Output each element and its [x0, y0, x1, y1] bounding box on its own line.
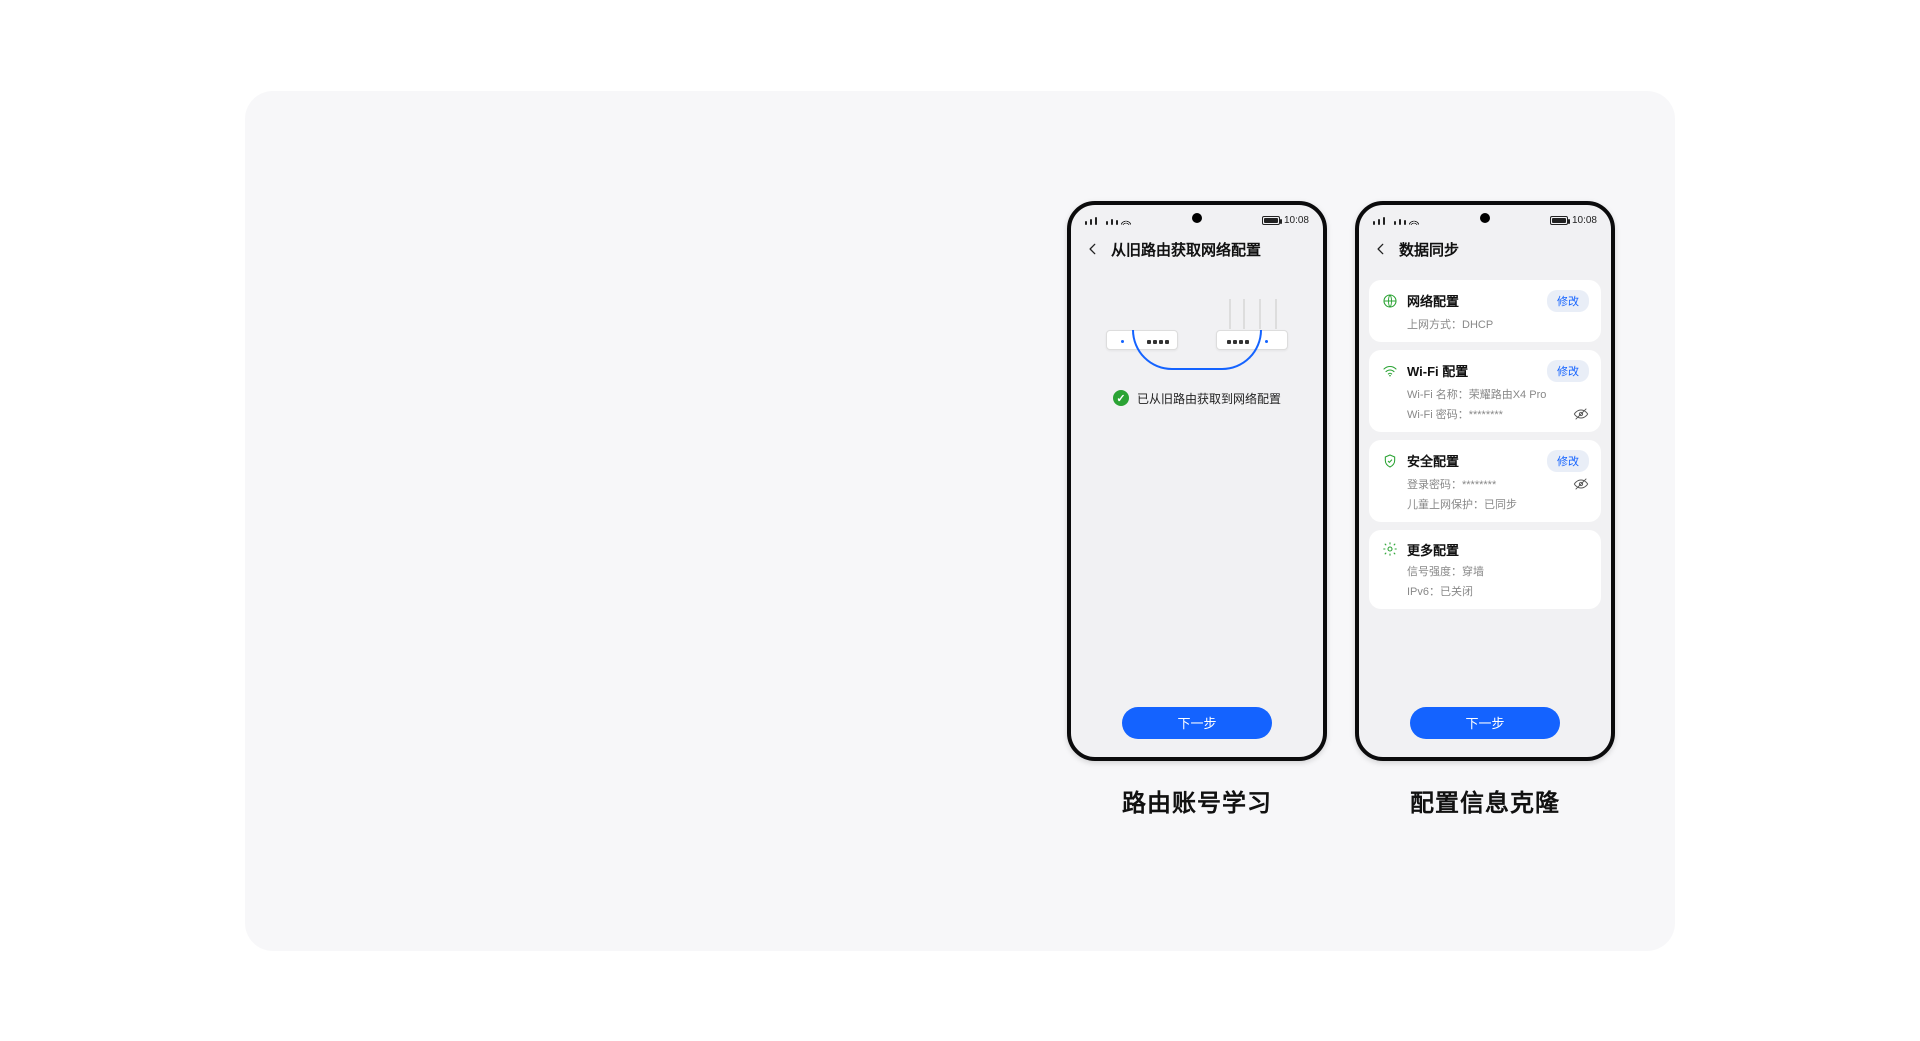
- back-button[interactable]: [1085, 241, 1101, 257]
- signal-cluster: [1373, 217, 1419, 225]
- wifi-icon: [1381, 362, 1399, 380]
- network-config-card: 网络配置 修改 上网方式：DHCP: [1369, 280, 1601, 342]
- more-config-card: 更多配置 信号强度：穿墙 IPv6：已关闭: [1369, 530, 1601, 609]
- edit-button[interactable]: 修改: [1547, 290, 1589, 312]
- battery-cluster: 10:08: [1262, 215, 1309, 226]
- edit-button[interactable]: 修改: [1547, 360, 1589, 382]
- kv-row: 信号强度：穿墙: [1381, 563, 1589, 579]
- feature-card: 10:08 从旧路由获取网络配置: [245, 91, 1675, 951]
- phone1-frame: 10:08 从旧路由获取网络配置: [1067, 201, 1327, 761]
- arrow-left-icon: [1086, 242, 1100, 256]
- phone2-frame: 10:08 数据同步 网络配置: [1355, 201, 1615, 761]
- clock: 10:08: [1284, 215, 1309, 226]
- phone2-column: 10:08 数据同步 网络配置: [1355, 201, 1615, 818]
- phone2-caption: 配置信息克隆: [1410, 783, 1560, 818]
- cable-icon: [1132, 330, 1262, 370]
- page-title: 数据同步: [1399, 239, 1459, 260]
- eye-off-icon[interactable]: [1573, 406, 1589, 422]
- kv-row: Wi-Fi 名称：荣耀路由X4 Pro: [1381, 386, 1589, 402]
- title-bar: 从旧路由获取网络配置: [1071, 231, 1323, 268]
- battery-icon: [1550, 216, 1568, 225]
- shield-icon: [1381, 452, 1399, 470]
- kv-row: IPv6：已关闭: [1381, 583, 1589, 599]
- kv-row: 上网方式：DHCP: [1381, 316, 1589, 332]
- phones-row: 10:08 从旧路由获取网络配置: [1067, 201, 1615, 818]
- success-text: 已从旧路由获取到网络配置: [1137, 390, 1281, 407]
- eye-off-icon[interactable]: [1573, 476, 1589, 492]
- battery-cluster: 10:08: [1550, 215, 1597, 226]
- front-camera: [1480, 213, 1490, 223]
- phone1-column: 10:08 从旧路由获取网络配置: [1067, 201, 1327, 818]
- success-message: ✓ 已从旧路由获取到网络配置: [1071, 390, 1323, 407]
- gear-icon: [1381, 540, 1399, 558]
- wifi-icon: [1121, 217, 1131, 225]
- section-title: Wi-Fi 配置: [1407, 361, 1539, 380]
- sync-body: 网络配置 修改 上网方式：DHCP Wi-Fi 配置: [1359, 268, 1611, 613]
- back-button[interactable]: [1373, 241, 1389, 257]
- next-button[interactable]: 下一步: [1410, 707, 1560, 739]
- security-config-card: 安全配置 修改 登录密码：******** 儿童上网保护：已同步: [1369, 440, 1601, 522]
- edit-button[interactable]: 修改: [1547, 450, 1589, 472]
- router-diagram: [1102, 286, 1292, 364]
- section-title: 更多配置: [1407, 540, 1589, 559]
- section-title: 安全配置: [1407, 451, 1539, 470]
- check-icon: ✓: [1113, 390, 1129, 406]
- clock: 10:08: [1572, 215, 1597, 226]
- kv-row: 儿童上网保护：已同步: [1381, 496, 1589, 512]
- title-bar: 数据同步: [1359, 231, 1611, 268]
- wifi-icon: [1409, 217, 1419, 225]
- phone1-caption: 路由账号学习: [1122, 783, 1272, 818]
- front-camera: [1192, 213, 1202, 223]
- arrow-left-icon: [1374, 242, 1388, 256]
- kv-row: 登录密码：********: [1381, 476, 1589, 492]
- section-title: 网络配置: [1407, 291, 1539, 310]
- signal-cluster: [1085, 217, 1131, 225]
- kv-row: Wi-Fi 密码：********: [1381, 406, 1589, 422]
- wifi-config-card: Wi-Fi 配置 修改 Wi-Fi 名称：荣耀路由X4 Pro Wi-Fi 密码…: [1369, 350, 1601, 432]
- page-title: 从旧路由获取网络配置: [1111, 239, 1261, 260]
- battery-icon: [1262, 216, 1280, 225]
- next-button[interactable]: 下一步: [1122, 707, 1272, 739]
- globe-icon: [1381, 292, 1399, 310]
